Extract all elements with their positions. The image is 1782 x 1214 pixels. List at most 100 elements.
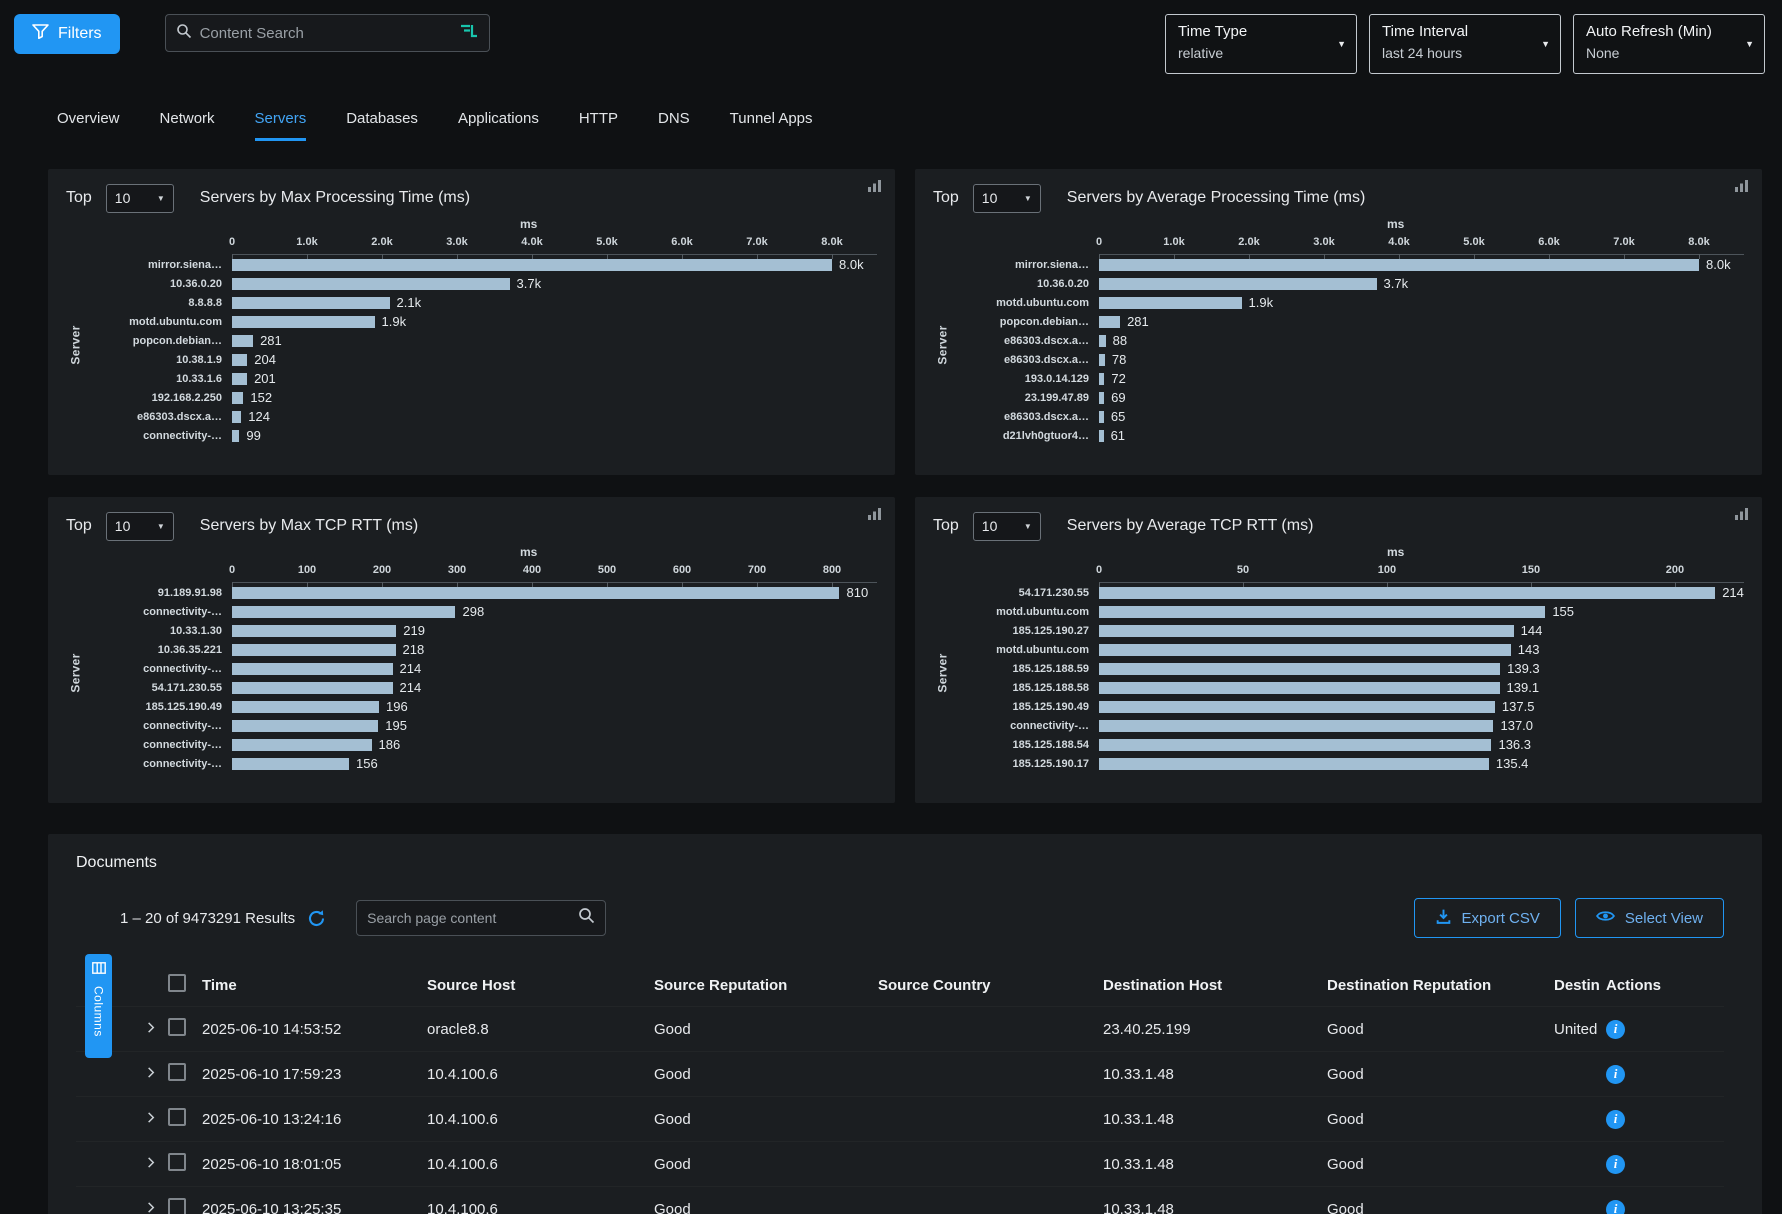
bar[interactable] (1099, 297, 1242, 309)
bar[interactable] (1099, 392, 1104, 404)
content-search[interactable] (165, 14, 490, 52)
bar[interactable] (232, 335, 253, 347)
col-header-source-country[interactable]: Source Country (878, 977, 1103, 994)
tab-http[interactable]: HTTP (579, 110, 618, 141)
bar[interactable] (232, 625, 396, 637)
select-all-checkbox[interactable] (168, 974, 186, 992)
page-search-input[interactable] (367, 910, 578, 926)
bar[interactable] (232, 720, 378, 732)
page-search[interactable] (356, 900, 606, 936)
row-expand-icon[interactable] (144, 1066, 157, 1079)
chart-options-icon[interactable] (1734, 507, 1750, 525)
bar[interactable] (1099, 278, 1377, 290)
info-icon[interactable]: i (1606, 1110, 1625, 1129)
tab-dns[interactable]: DNS (658, 110, 690, 141)
info-icon[interactable]: i (1606, 1200, 1625, 1214)
bar[interactable] (232, 663, 393, 675)
bar[interactable] (1099, 373, 1104, 385)
row-checkbox[interactable] (168, 1063, 186, 1081)
row-checkbox[interactable] (168, 1108, 186, 1126)
info-icon[interactable]: i (1606, 1065, 1625, 1084)
tab-network[interactable]: Network (160, 110, 215, 141)
bar[interactable] (1099, 682, 1500, 694)
top-n-select[interactable]: 10▼ (973, 512, 1041, 541)
col-header-time[interactable]: Time (202, 977, 427, 994)
y-axis-label: Server (69, 653, 83, 692)
tab-tunnel-apps[interactable]: Tunnel Apps (730, 110, 813, 141)
col-header-source-host[interactable]: Source Host (427, 977, 654, 994)
bar[interactable] (232, 682, 393, 694)
bar[interactable] (1099, 701, 1495, 713)
time-type-select[interactable]: Time Type relative ▼ (1165, 14, 1357, 74)
bar[interactable] (1099, 758, 1489, 770)
top-n-select[interactable]: 10▼ (973, 184, 1041, 213)
cell-source-reputation: Good (654, 1111, 878, 1128)
bar[interactable] (232, 758, 349, 770)
tab-servers[interactable]: Servers (255, 110, 307, 141)
top-n-value: 10 (982, 190, 998, 206)
bar[interactable] (232, 587, 839, 599)
bar[interactable] (232, 606, 455, 618)
bar[interactable] (232, 278, 510, 290)
info-icon[interactable]: i (1606, 1155, 1625, 1174)
bar-row: d21lvh0gtuor4…61 (949, 426, 1744, 445)
chart-options-icon[interactable] (867, 507, 883, 525)
info-icon[interactable]: i (1606, 1020, 1625, 1039)
col-header-source-reputation[interactable]: Source Reputation (654, 977, 878, 994)
col-header-destination-country[interactable]: Destin (1554, 977, 1606, 994)
time-interval-select[interactable]: Time Interval last 24 hours ▼ (1369, 14, 1561, 74)
auto-refresh-select[interactable]: Auto Refresh (Min) None ▼ (1573, 14, 1765, 74)
bar[interactable] (1099, 354, 1105, 366)
bar[interactable] (1099, 411, 1104, 423)
bar[interactable] (1099, 316, 1120, 328)
bar[interactable] (232, 354, 247, 366)
refresh-icon[interactable] (307, 909, 326, 928)
value-label: 135.4 (1496, 756, 1529, 771)
bar[interactable] (1099, 739, 1491, 751)
row-checkbox[interactable] (168, 1018, 186, 1036)
bar[interactable] (232, 316, 375, 328)
bar[interactable] (1099, 430, 1104, 442)
query-language-icon[interactable] (459, 23, 479, 44)
bar[interactable] (1099, 644, 1511, 656)
bar[interactable] (1099, 259, 1699, 271)
bar[interactable] (1099, 720, 1493, 732)
row-checkbox[interactable] (168, 1153, 186, 1171)
row-expand-icon[interactable] (144, 1156, 157, 1169)
bar[interactable] (1099, 335, 1106, 347)
value-label: 139.1 (1507, 680, 1540, 695)
chart-options-icon[interactable] (867, 179, 883, 197)
row-expand-icon[interactable] (144, 1021, 157, 1034)
chart-options-icon[interactable] (1734, 179, 1750, 197)
select-view-button[interactable]: Select View (1575, 898, 1724, 938)
bar[interactable] (232, 373, 247, 385)
tab-databases[interactable]: Databases (346, 110, 418, 141)
bar[interactable] (232, 392, 243, 404)
bar[interactable] (232, 430, 239, 442)
row-expand-icon[interactable] (144, 1201, 157, 1214)
export-csv-button[interactable]: Export CSV (1414, 898, 1561, 938)
bar[interactable] (1099, 625, 1514, 637)
bar[interactable] (232, 259, 832, 271)
bar[interactable] (232, 739, 372, 751)
filters-button[interactable]: Filters (14, 14, 120, 54)
col-header-destination-reputation[interactable]: Destination Reputation (1327, 977, 1554, 994)
bar[interactable] (232, 297, 390, 309)
bar[interactable] (232, 701, 379, 713)
row-expand-icon[interactable] (144, 1111, 157, 1124)
tab-overview[interactable]: Overview (57, 110, 120, 141)
col-header-destination-host[interactable]: Destination Host (1103, 977, 1327, 994)
columns-button[interactable]: Columns (85, 954, 112, 1058)
bar[interactable] (1099, 606, 1545, 618)
bar[interactable] (232, 644, 396, 656)
row-checkbox[interactable] (168, 1198, 186, 1214)
top-n-select[interactable]: 10▼ (106, 184, 174, 213)
bar[interactable] (1099, 663, 1500, 675)
eye-icon (1596, 909, 1615, 927)
tab-applications[interactable]: Applications (458, 110, 539, 141)
bar[interactable] (1099, 587, 1715, 599)
select-view-label: Select View (1625, 910, 1703, 927)
bar[interactable] (232, 411, 241, 423)
content-search-input[interactable] (200, 25, 451, 42)
top-n-select[interactable]: 10▼ (106, 512, 174, 541)
